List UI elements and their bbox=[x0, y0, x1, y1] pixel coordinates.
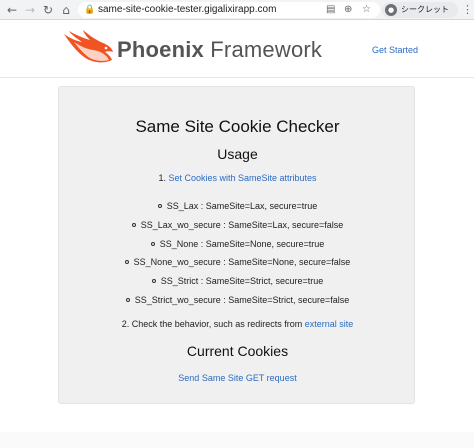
profile-label: シークレット bbox=[401, 5, 449, 14]
bookmark-star-icon[interactable]: ☆ bbox=[362, 2, 371, 18]
site-header: Phoenix Framework Get Started bbox=[0, 20, 474, 78]
set-cookies-link[interactable]: Set Cookies with SameSite attributes bbox=[168, 173, 316, 183]
cookie-item-text: SS_Lax : SameSite=Lax, secure=true bbox=[166, 201, 318, 211]
bullet-icon bbox=[131, 222, 136, 227]
cookie-item: SS_Strict : SameSite=Strict, secure=true bbox=[59, 272, 416, 291]
step-2: 2. Check the behavior, such as redirects… bbox=[59, 318, 416, 330]
brand-name-bold: Phoenix bbox=[117, 37, 204, 62]
bullet-icon bbox=[124, 260, 129, 265]
translate-icon[interactable]: ▤ bbox=[326, 2, 335, 18]
cookie-item-text: SS_Lax_wo_secure : SameSite=Lax, secure=… bbox=[140, 219, 344, 230]
get-started-link[interactable]: Get Started bbox=[372, 45, 418, 55]
zoom-icon[interactable]: ⊕ bbox=[344, 2, 352, 18]
bullet-icon bbox=[157, 204, 162, 208]
incognito-icon: ● bbox=[385, 4, 397, 16]
cookie-item: SS_None : SameSite=None, secure=true bbox=[59, 235, 416, 254]
cookie-item-text: SS_None_wo_secure : SameSite=None, secur… bbox=[133, 257, 351, 268]
main-panel: Same Site Cookie Checker Usage 1. Set Co… bbox=[58, 86, 415, 404]
cookie-item: SS_None_wo_secure : SameSite=None, secur… bbox=[59, 253, 416, 272]
page-bottom bbox=[0, 432, 474, 448]
cookie-item-text: SS_Strict : SameSite=Strict, secure=true bbox=[160, 276, 324, 287]
back-arrow-icon[interactable]: ← bbox=[4, 2, 20, 18]
cookie-list: SS_Lax : SameSite=Lax, secure=true SS_La… bbox=[59, 197, 416, 310]
current-cookies-heading: Current Cookies bbox=[186, 343, 289, 359]
bullet-icon bbox=[151, 279, 156, 284]
cookie-item: SS_Lax_wo_secure : SameSite=Lax, secure=… bbox=[59, 216, 416, 235]
address-bar[interactable]: 🔒 same-site-cookie-tester.gigalixirapp.c… bbox=[78, 2, 380, 18]
bullet-icon bbox=[125, 297, 130, 302]
step-2-text: 2. Check the behavior, such as redirects… bbox=[121, 319, 305, 329]
send-request-row: Send Same Site GET request bbox=[59, 372, 416, 384]
send-get-request-link[interactable]: Send Same Site GET request bbox=[178, 373, 296, 383]
cookie-item-text: SS_None : SameSite=None, secure=true bbox=[159, 238, 325, 249]
browser-toolbar: ← → ↻ ⌂ 🔒 same-site-cookie-tester.gigali… bbox=[0, 0, 474, 20]
menu-dots-icon[interactable]: ⋮ bbox=[462, 2, 473, 18]
bullet-icon bbox=[150, 241, 155, 246]
incognito-profile-button[interactable]: ● シークレット bbox=[382, 2, 458, 18]
page-title: Same Site Cookie Checker bbox=[135, 117, 340, 136]
brand-name: Phoenix Framework bbox=[117, 36, 322, 64]
cookie-item: SS_Lax : SameSite=Lax, secure=true bbox=[59, 197, 416, 216]
cookie-item: SS_Strict_wo_secure : SameSite=Strict, s… bbox=[59, 291, 416, 310]
reload-icon[interactable]: ↻ bbox=[40, 2, 56, 18]
brand-name-rest: Framework bbox=[203, 37, 323, 62]
step-1-number: 1. bbox=[158, 173, 169, 183]
phoenix-logo[interactable]: Phoenix Framework bbox=[62, 30, 322, 70]
forward-arrow-icon[interactable]: → bbox=[22, 2, 38, 18]
external-site-link[interactable]: external site bbox=[305, 319, 354, 329]
phoenix-bird-icon bbox=[64, 30, 113, 63]
usage-heading: Usage bbox=[217, 146, 258, 162]
cookie-item-text: SS_Strict_wo_secure : SameSite=Strict, s… bbox=[134, 294, 350, 305]
url-text[interactable]: same-site-cookie-tester.gigalixirapp.com bbox=[98, 2, 276, 18]
lock-icon: 🔒 bbox=[84, 5, 96, 15]
home-icon[interactable]: ⌂ bbox=[58, 2, 74, 18]
step-1: 1. Set Cookies with SameSite attributes bbox=[59, 172, 416, 184]
